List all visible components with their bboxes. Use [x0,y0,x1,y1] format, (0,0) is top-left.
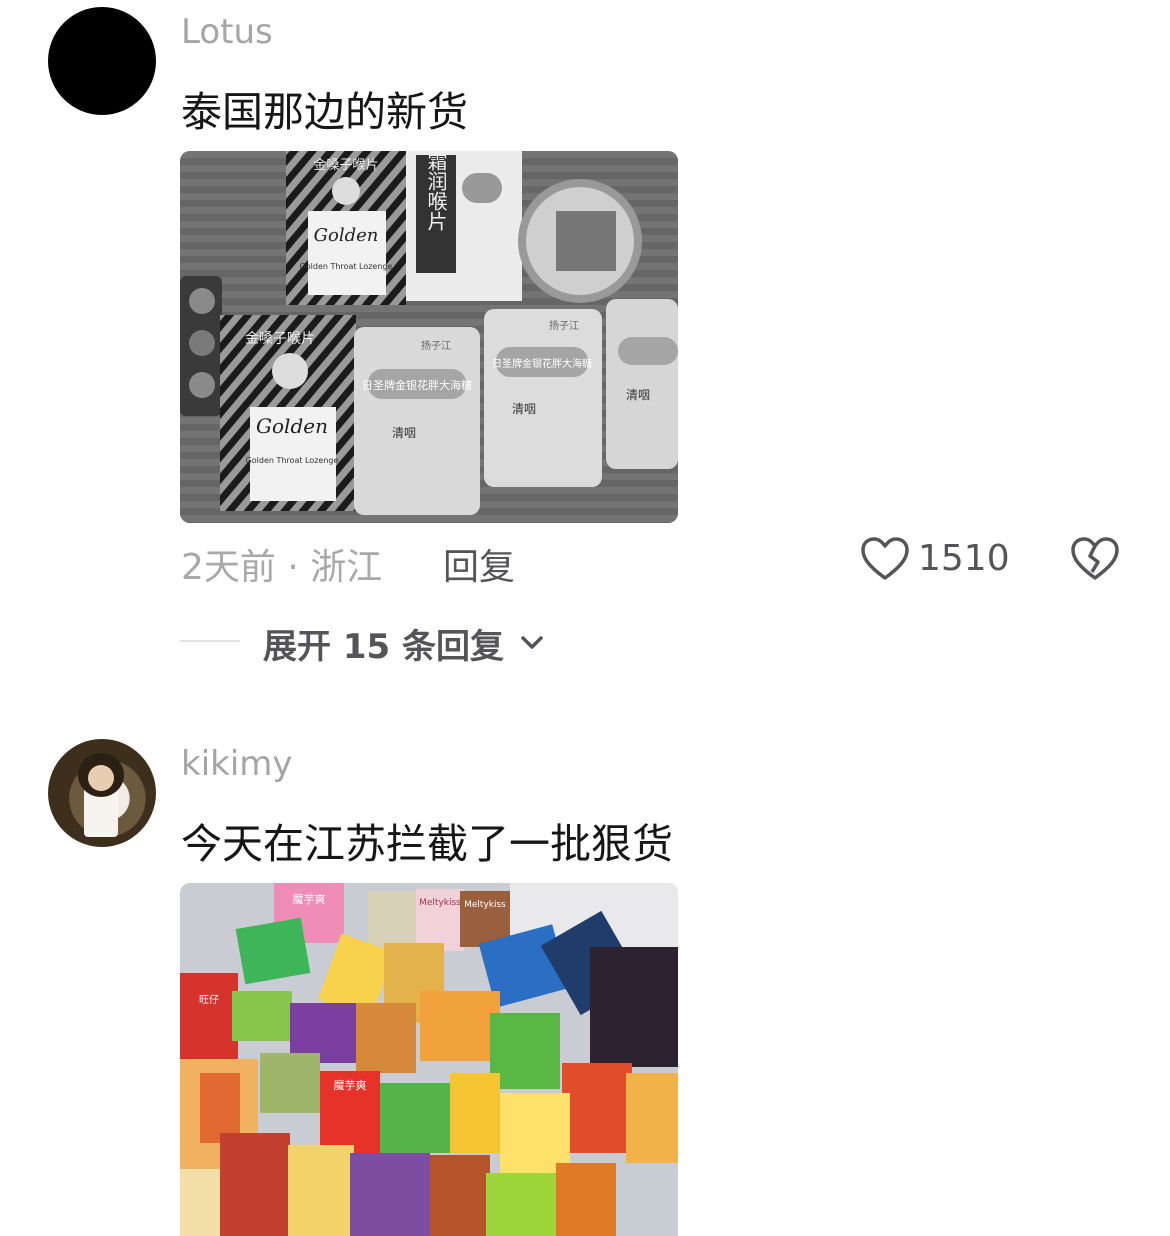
comment-time-location: 2天前 · 浙江 [181,547,383,588]
svg-text:清咽: 清咽 [512,402,536,416]
svg-text:旺仔: 旺仔 [199,994,219,1006]
chevron-down-icon[interactable] [519,632,545,652]
heart-outline-icon[interactable] [860,536,910,582]
svg-text:清咽: 清咽 [626,388,650,402]
comment-image[interactable]: Golden Golden Throat Lozenge 金嗓子喉片 西瓜霜润喉… [180,151,678,523]
comment-image[interactable]: 魔芋爽 Meltykiss Meltykiss 旺仔 魔芋爽 [180,883,678,1236]
divider [180,640,240,642]
svg-text:Golden Throat Lozenge: Golden Throat Lozenge [300,262,393,271]
svg-text:扬子江: 扬子江 [421,339,451,352]
reply-button[interactable]: 回复 [443,538,515,590]
comment-list: Lotus 泰国那边的新货 Golden Golden Throat Lozen… [0,0,1170,1236]
avatar[interactable] [48,7,156,115]
expand-replies-button[interactable]: 展开 15 条回复 [263,619,504,668]
svg-text:魔芋爽: 魔芋爽 [334,1078,367,1092]
svg-text:清咽: 清咽 [392,426,416,440]
medicine-photo: Golden Golden Throat Lozenge 金嗓子喉片 西瓜霜润喉… [180,151,678,523]
svg-text:Golden Throat Lozenge: Golden Throat Lozenge [246,456,339,465]
svg-text:金嗓子喉片: 金嗓子喉片 [313,157,378,173]
broken-heart-icon[interactable] [1070,536,1120,582]
username[interactable]: Lotus [181,12,273,52]
svg-text:Meltykiss: Meltykiss [464,900,506,910]
svg-text:西瓜霜润喉片: 西瓜霜润喉片 [424,151,448,231]
svg-text:Golden: Golden [256,414,328,438]
svg-text:金嗓子喉片: 金嗓子喉片 [245,331,315,347]
svg-text:日圣牌金银花胖大海糖: 日圣牌金银花胖大海糖 [362,378,472,392]
comment-text: 泰国那边的新货 [181,88,468,136]
username[interactable]: kikimy [181,744,293,784]
svg-text:日圣牌金银花胖大海糖: 日圣牌金银花胖大海糖 [492,357,592,370]
svg-text:Golden: Golden [314,225,379,246]
comment-text: 今天在江苏拦截了一批狠货 [181,820,673,868]
svg-text:魔芋爽: 魔芋爽 [293,892,326,906]
like-count: 1510 [918,538,1010,579]
avatar[interactable] [48,739,156,847]
svg-text:Meltykiss: Meltykiss [419,898,461,908]
svg-text:扬子江: 扬子江 [549,319,579,332]
snacks-photo: 魔芋爽 Meltykiss Meltykiss 旺仔 魔芋爽 [180,883,678,1236]
